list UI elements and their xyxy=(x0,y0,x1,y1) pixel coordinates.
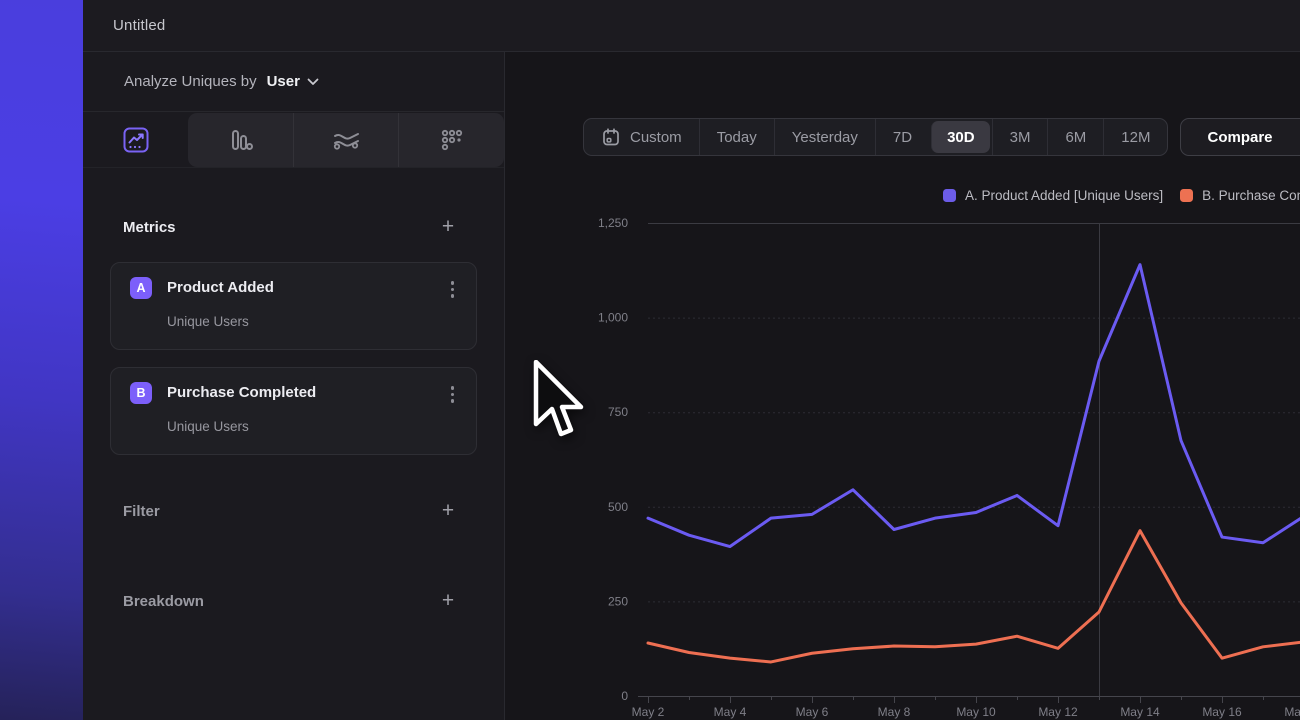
line-chart[interactable]: 0 250 500 750 1,000 1,250 May 2 May 4 May 6 May 8… xyxy=(505,52,1300,720)
svg-text:1,000: 1,000 xyxy=(598,311,628,325)
metric-subtitle[interactable]: Unique Users xyxy=(167,314,249,329)
analyze-row: Analyze Uniques by User xyxy=(83,52,504,112)
svg-text:May 14: May 14 xyxy=(1120,705,1160,719)
svg-text:1,250: 1,250 xyxy=(598,216,628,230)
svg-text:500: 500 xyxy=(608,500,628,514)
metric-title: Purchase Completed xyxy=(167,384,316,401)
top-bar: Untitled xyxy=(83,0,1300,52)
metric-options-kebab-icon[interactable] xyxy=(449,384,457,405)
metrics-title: Metrics xyxy=(123,219,176,236)
metrics-header: Metrics + xyxy=(83,212,504,242)
tab-funnels[interactable] xyxy=(188,113,293,167)
line-chart-icon xyxy=(121,125,151,155)
metric-title: Product Added xyxy=(167,279,274,296)
breakdown-title: Breakdown xyxy=(123,593,204,610)
svg-text:May 10: May 10 xyxy=(956,705,996,719)
svg-text:May 2: May 2 xyxy=(632,705,665,719)
breakdown-section: Breakdown + xyxy=(83,586,504,616)
metric-options-kebab-icon[interactable] xyxy=(449,279,457,300)
metric-badge-b: B xyxy=(130,382,152,404)
chart-panel: Custom Today Yesterday 7D 30D 3M 6M 12M … xyxy=(505,52,1300,720)
analyze-by-value: User xyxy=(267,73,300,90)
desktop-wallpaper-strip xyxy=(0,0,83,720)
mouse-cursor xyxy=(533,360,585,442)
chart-type-tab-group xyxy=(188,113,504,167)
add-filter-button[interactable]: + xyxy=(439,502,457,520)
chart-type-tabs xyxy=(83,113,504,168)
svg-text:May 6: May 6 xyxy=(796,705,829,719)
metric-subtitle[interactable]: Unique Users xyxy=(167,419,249,434)
analytics-window: Untitled Analyze Uniques by User xyxy=(83,0,1300,720)
metric-card-b[interactable]: B Purchase Completed Unique Users xyxy=(110,367,477,455)
app-screenshot: Untitled Analyze Uniques by User xyxy=(0,0,1300,720)
analyze-label: Analyze Uniques by xyxy=(124,73,257,90)
query-builder-sidebar: Analyze Uniques by User xyxy=(83,52,505,720)
filter-title: Filter xyxy=(123,503,160,520)
svg-text:May 4: May 4 xyxy=(714,705,747,719)
svg-text:May 8: May 8 xyxy=(878,705,911,719)
svg-text:May 16: May 16 xyxy=(1202,705,1242,719)
retention-dots-icon xyxy=(437,125,467,155)
bar-chart-icon xyxy=(225,125,255,155)
metric-badge-a: A xyxy=(130,277,152,299)
add-breakdown-button[interactable]: + xyxy=(439,592,457,610)
filter-section: Filter + xyxy=(83,496,504,526)
svg-text:250: 250 xyxy=(608,594,628,608)
svg-text:May 12: May 12 xyxy=(1038,705,1078,719)
add-metric-button[interactable]: + xyxy=(439,218,457,236)
report-title[interactable]: Untitled xyxy=(113,17,165,34)
svg-text:750: 750 xyxy=(608,405,628,419)
tab-flows[interactable] xyxy=(293,113,399,167)
analyze-by-dropdown[interactable]: User xyxy=(267,73,319,90)
tab-retention[interactable] xyxy=(398,113,504,167)
flows-icon xyxy=(330,125,362,155)
tab-insights-selected[interactable] xyxy=(83,113,188,167)
metric-card-a[interactable]: A Product Added Unique Users xyxy=(110,262,477,350)
chevron-down-icon xyxy=(307,78,319,86)
svg-text:0: 0 xyxy=(621,689,628,703)
svg-text:May 18: May 18 xyxy=(1284,705,1300,719)
